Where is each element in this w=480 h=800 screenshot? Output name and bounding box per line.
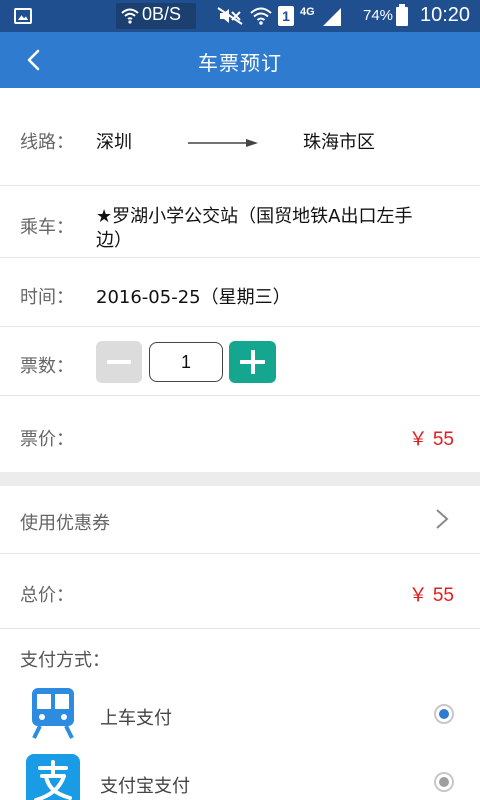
status-bar: 0B/S 1 4G 74% 10:20 [0, 0, 480, 32]
decrease-button[interactable] [96, 341, 142, 383]
app-header: 车票预订 [0, 32, 480, 88]
payment-label: 支付方式： [20, 650, 110, 671]
route-from: 深圳 [96, 132, 132, 153]
arrow-right-icon [188, 139, 258, 147]
payment-option-alipay-label: 支付宝支付 [100, 776, 190, 797]
radio-bus-pay[interactable] [434, 704, 454, 724]
boarding-label: 乘车： [20, 217, 74, 238]
quantity-field[interactable]: 1 [149, 342, 223, 382]
radio-alipay[interactable] [434, 772, 454, 792]
fare-label: 票价： [20, 429, 74, 450]
wifi-signal-icon [250, 7, 272, 25]
sim-icon: 1 [278, 6, 294, 26]
increase-button[interactable] [229, 341, 276, 383]
bus-icon [32, 688, 74, 739]
boarding-station-line2: 边） [96, 230, 132, 251]
total-value: ￥ 55 [408, 585, 454, 606]
route-label: 线路： [20, 132, 74, 153]
alipay-icon [26, 754, 80, 800]
wifi-icon [121, 8, 139, 24]
coupon-label: 使用优惠券 [20, 513, 110, 534]
tickets-label: 票数： [20, 356, 74, 377]
total-label: 总价： [20, 585, 74, 606]
fare-value: ￥ 55 [408, 429, 454, 450]
section-divider [0, 472, 480, 486]
chevron-right-icon[interactable] [434, 508, 450, 530]
radio-bus-pay-dot [439, 709, 449, 719]
gallery-icon [14, 8, 32, 24]
radio-alipay-dot [439, 777, 449, 787]
status-icons: 1 4G [216, 6, 343, 26]
time-value: 2016-05-25（星期三） [96, 287, 291, 308]
network-type: 4G [300, 6, 315, 18]
battery-percent: 74% [363, 7, 394, 24]
clock: 10:20 [420, 4, 471, 26]
battery-icon [396, 4, 408, 26]
signal-icon [322, 8, 341, 26]
payment-option-bus-label: 上车支付 [100, 708, 172, 729]
page-title: 车票预订 [198, 51, 282, 75]
mute-icon [217, 7, 243, 25]
time-label: 时间： [20, 287, 74, 308]
boarding-station-line1: ★罗湖小学公交站（国贸地铁A出口左手 [96, 206, 413, 227]
route-to: 珠海市区 [303, 132, 375, 153]
network-speed: 0B/S [142, 4, 182, 24]
